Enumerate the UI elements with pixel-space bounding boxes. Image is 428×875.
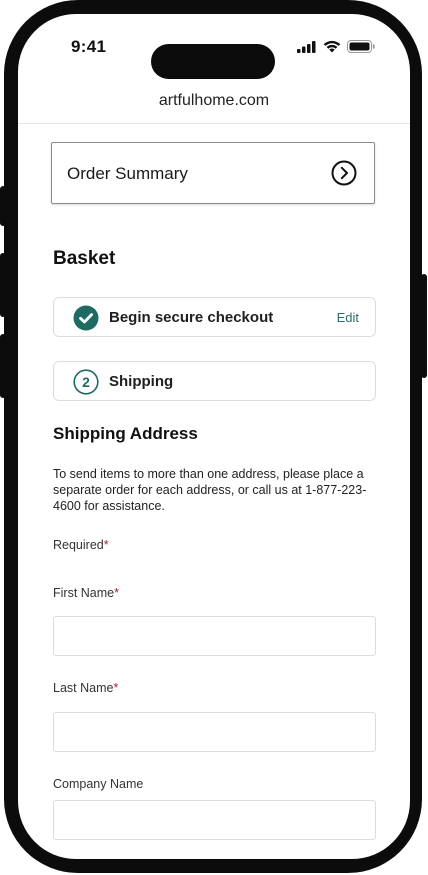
chevron-right-circle-icon [331,160,357,186]
first-name-label-text: First Name [53,586,115,600]
edit-link[interactable]: Edit [337,310,359,325]
step-begin-checkout: Begin secure checkout Edit [53,297,376,337]
battery-icon [347,40,375,53]
volume-up-button [0,253,6,317]
screen: 9:41 artfulhome.com Order Summary Basket [18,14,410,859]
order-summary-label: Order Summary [67,164,188,183]
step-label: Begin secure checkout [109,309,274,326]
first-name-input[interactable] [53,616,376,656]
url-bar[interactable]: artfulhome.com [18,92,410,110]
power-button [421,274,427,378]
signal-icon [297,40,316,53]
action-button [0,186,6,226]
last-name-label: Last Name* [53,681,118,695]
last-name-input[interactable] [53,712,376,752]
required-label: Required [53,538,104,552]
dynamic-island [151,44,275,79]
company-name-input[interactable] [53,800,376,840]
wifi-icon [323,40,341,53]
step-number: 2 [82,374,90,390]
step-label: Shipping [109,373,174,390]
required-asterisk: * [103,538,109,552]
status-time: 9:41 [71,37,107,56]
company-name-label-text: Company Name [53,777,144,791]
required-note: Required* [53,538,109,552]
required-asterisk: * [113,681,119,695]
last-name-label-text: Last Name [53,681,114,695]
shipping-notice: To send items to more than one address, … [53,467,367,513]
url-divider [18,123,410,124]
shipping-address-title: Shipping Address [53,424,198,443]
company-name-label: Company Name [53,777,143,791]
first-name-label: First Name* [53,586,119,600]
required-asterisk: * [114,586,119,600]
step-number-icon: 2 [73,369,99,395]
status-icons [297,40,375,53]
basket-title: Basket [53,248,116,269]
check-circle-icon [73,305,99,331]
step-shipping: 2 Shipping [53,361,376,401]
order-summary-button[interactable]: Order Summary [51,142,375,204]
volume-down-button [0,334,6,398]
